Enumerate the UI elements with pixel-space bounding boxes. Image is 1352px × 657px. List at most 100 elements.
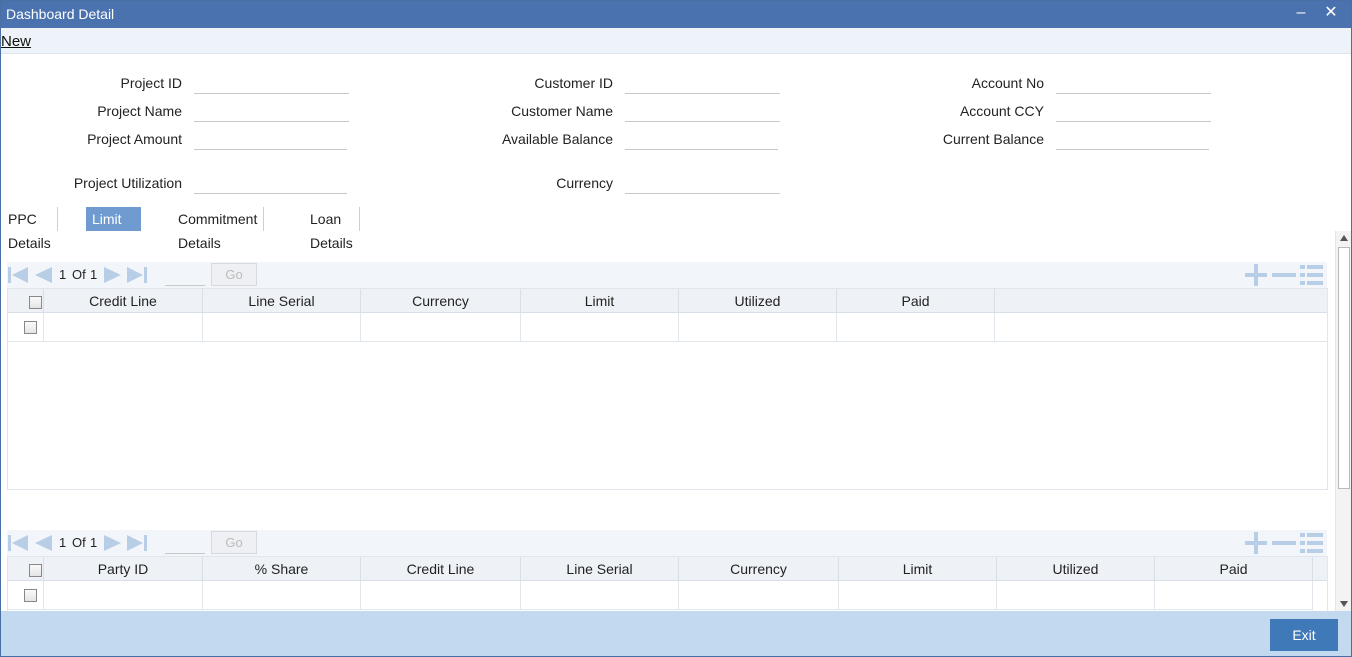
new-menu-item[interactable]: New bbox=[1, 33, 31, 50]
column-header[interactable]: Limit bbox=[839, 557, 997, 581]
limit-details-grid: Credit Line Line Serial Currency Limit U… bbox=[7, 288, 1328, 490]
customer-name-label: Customer Name bbox=[511, 103, 613, 119]
delete-row-icon[interactable] bbox=[1271, 532, 1297, 554]
customer-id-input[interactable] bbox=[625, 72, 780, 94]
grid-header: Party ID % Share Credit Line Line Serial… bbox=[8, 557, 1327, 581]
footer-bar: Exit bbox=[1, 611, 1351, 656]
account-no-input[interactable] bbox=[1056, 72, 1211, 94]
next-page-icon[interactable] bbox=[102, 265, 124, 285]
customer-name-input[interactable] bbox=[625, 100, 780, 122]
vertical-scrollbar[interactable] bbox=[1335, 231, 1351, 611]
previous-page-icon[interactable] bbox=[32, 533, 54, 553]
table-cell[interactable] bbox=[521, 581, 679, 610]
party-grid-pager: 1 Of 1 Go bbox=[7, 530, 1327, 556]
add-row-icon[interactable] bbox=[1243, 532, 1269, 554]
table-cell[interactable] bbox=[203, 313, 361, 342]
first-page-icon[interactable] bbox=[7, 533, 29, 553]
account-ccy-input[interactable] bbox=[1056, 100, 1211, 122]
select-all-cell bbox=[8, 289, 44, 313]
single-record-view-icon[interactable] bbox=[1299, 264, 1325, 286]
account-ccy-label: Account CCY bbox=[959, 103, 1044, 119]
column-header[interactable]: Currency bbox=[361, 289, 521, 313]
scroll-down-icon[interactable] bbox=[1339, 600, 1349, 608]
table-cell[interactable] bbox=[679, 313, 837, 342]
table-cell[interactable] bbox=[44, 313, 203, 342]
go-button[interactable]: Go bbox=[211, 263, 257, 286]
table-cell[interactable] bbox=[361, 581, 521, 610]
select-all-checkbox[interactable] bbox=[29, 564, 42, 577]
go-button[interactable]: Go bbox=[211, 531, 257, 554]
grid-header: Credit Line Line Serial Currency Limit U… bbox=[8, 289, 1327, 313]
account-no-label: Account No bbox=[971, 75, 1044, 91]
total-pages: 1 bbox=[90, 267, 98, 282]
currency-label: Currency bbox=[556, 175, 613, 191]
project-id-label: Project ID bbox=[120, 75, 182, 91]
table-cell bbox=[995, 313, 1327, 342]
currency-input[interactable] bbox=[625, 172, 780, 194]
menu-bar: New bbox=[1, 28, 1351, 54]
of-label: Of bbox=[72, 535, 86, 550]
project-utilization-input[interactable] bbox=[194, 172, 347, 194]
column-header[interactable]: Line Serial bbox=[521, 557, 679, 581]
column-header[interactable]: Paid bbox=[837, 289, 995, 313]
available-balance-input[interactable] bbox=[625, 128, 778, 150]
exit-button[interactable]: Exit bbox=[1270, 619, 1338, 651]
table-cell[interactable] bbox=[997, 581, 1155, 610]
tab-loan-details[interactable]: Loan Details bbox=[304, 207, 360, 251]
page-number-input[interactable] bbox=[165, 264, 205, 286]
current-page: 1 bbox=[59, 267, 67, 282]
column-header[interactable]: % Share bbox=[203, 557, 361, 581]
page-number-input[interactable] bbox=[165, 532, 205, 554]
minimize-icon[interactable]: ‒ bbox=[1291, 3, 1311, 23]
select-all-checkbox[interactable] bbox=[29, 296, 42, 309]
current-balance-label: Current Balance bbox=[942, 131, 1044, 147]
of-label: Of bbox=[72, 267, 86, 282]
row-select-cell bbox=[8, 313, 44, 342]
add-row-icon[interactable] bbox=[1243, 264, 1269, 286]
column-header[interactable]: Utilized bbox=[679, 289, 837, 313]
available-balance-label: Available Balance bbox=[501, 131, 613, 147]
table-cell[interactable] bbox=[1155, 581, 1313, 610]
row-checkbox[interactable] bbox=[24, 589, 37, 602]
table-cell[interactable] bbox=[44, 581, 203, 610]
column-header[interactable]: Utilized bbox=[997, 557, 1155, 581]
column-header[interactable]: Credit Line bbox=[44, 289, 203, 313]
customer-id-label: Customer ID bbox=[534, 75, 613, 91]
project-name-label: Project Name bbox=[97, 103, 182, 119]
scrollbar-thumb[interactable] bbox=[1338, 247, 1350, 489]
project-name-input[interactable] bbox=[194, 100, 349, 122]
previous-page-icon[interactable] bbox=[32, 265, 54, 285]
project-id-input[interactable] bbox=[194, 72, 349, 94]
column-header[interactable]: Line Serial bbox=[203, 289, 361, 313]
table-cell[interactable] bbox=[203, 581, 361, 610]
table-cell[interactable] bbox=[679, 581, 839, 610]
row-select-cell bbox=[8, 581, 44, 610]
tab-ppc-details[interactable]: PPC Details bbox=[2, 207, 58, 251]
table-cell[interactable] bbox=[837, 313, 995, 342]
column-header[interactable]: Currency bbox=[679, 557, 839, 581]
column-header[interactable]: Party ID bbox=[44, 557, 203, 581]
table-cell[interactable] bbox=[521, 313, 679, 342]
row-checkbox[interactable] bbox=[24, 321, 37, 334]
current-balance-input[interactable] bbox=[1056, 128, 1209, 150]
column-header[interactable]: Credit Line bbox=[361, 557, 521, 581]
window-title: Dashboard Detail bbox=[6, 6, 115, 22]
project-amount-input[interactable] bbox=[194, 128, 347, 150]
column-header[interactable]: Paid bbox=[1155, 557, 1313, 581]
close-icon[interactable]: ✕ bbox=[1321, 3, 1341, 23]
last-page-icon[interactable] bbox=[126, 265, 148, 285]
dashboard-detail-window: Dashboard Detail ‒ ✕ New Project ID Proj… bbox=[0, 0, 1352, 657]
table-cell[interactable] bbox=[839, 581, 997, 610]
first-page-icon[interactable] bbox=[7, 265, 29, 285]
tab-limit-details[interactable]: Limit Details bbox=[86, 207, 141, 251]
scroll-up-icon[interactable] bbox=[1339, 234, 1349, 242]
limit-grid-pager: 1 Of 1 Go bbox=[7, 262, 1327, 288]
next-page-icon[interactable] bbox=[102, 533, 124, 553]
table-cell[interactable] bbox=[361, 313, 521, 342]
column-header[interactable]: Limit bbox=[521, 289, 679, 313]
last-page-icon[interactable] bbox=[126, 533, 148, 553]
tab-commitment-details[interactable]: Commitment Details bbox=[172, 207, 265, 251]
party-details-grid: Party ID % Share Credit Line Line Serial… bbox=[7, 556, 1328, 611]
single-record-view-icon[interactable] bbox=[1299, 532, 1325, 554]
delete-row-icon[interactable] bbox=[1271, 264, 1297, 286]
